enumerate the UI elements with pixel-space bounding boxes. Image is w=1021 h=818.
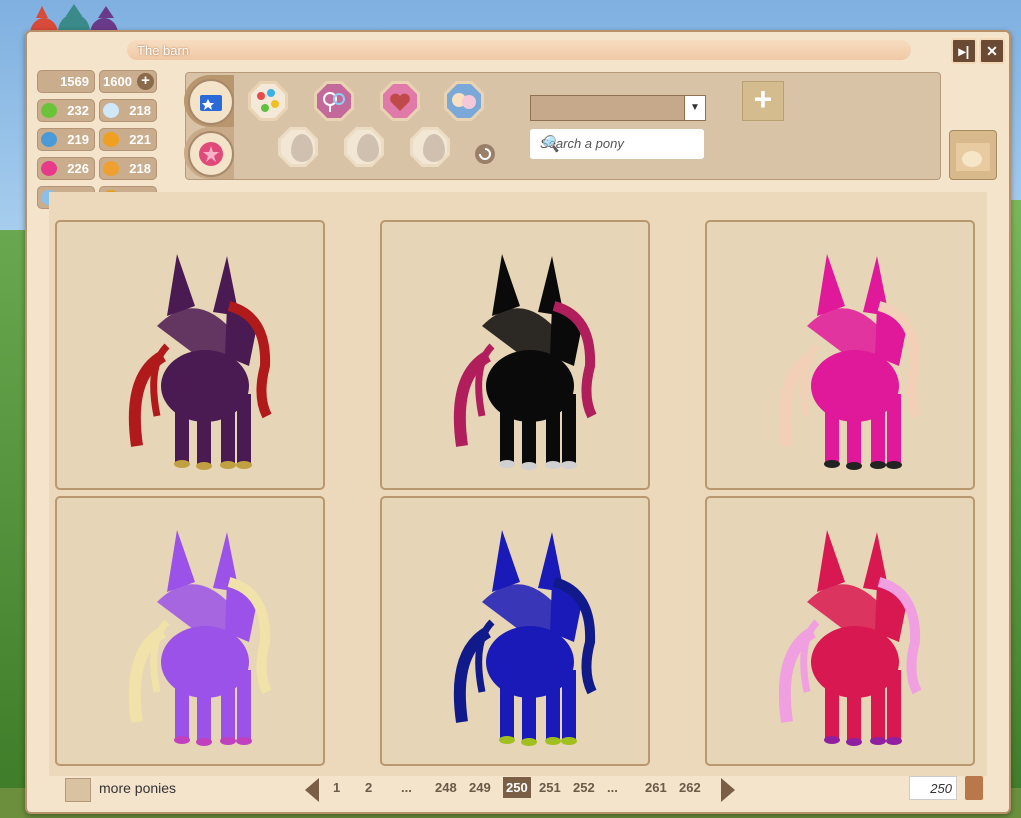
collapse-button[interactable]: ▸|	[951, 38, 977, 64]
pony-image	[453, 530, 597, 746]
page-link[interactable]: 262	[679, 780, 701, 795]
color-filter-button[interactable]	[248, 81, 288, 121]
pony-card[interactable]	[55, 220, 325, 490]
stat-sun-value: 221	[129, 132, 151, 147]
page-number-input[interactable]: 250	[909, 776, 957, 800]
stat-paw-value: 218	[129, 161, 151, 176]
folder-pony-icon	[956, 143, 990, 171]
stat-sun: 221	[99, 128, 157, 151]
pony-grid	[49, 192, 987, 776]
pony-image	[128, 530, 272, 746]
stat-money-max-value: 1600	[103, 74, 132, 89]
gender-filter-button[interactable]	[314, 81, 354, 121]
pony-card[interactable]	[705, 496, 975, 766]
sort-dropdown[interactable]: ▼	[530, 95, 706, 121]
page-ellipsis: ...	[401, 780, 412, 795]
tab-folder[interactable]	[184, 75, 234, 127]
hearts-icon	[383, 84, 417, 118]
next-page-arrow[interactable]	[721, 778, 735, 802]
trophy-drop-icon	[347, 130, 381, 164]
species-filter-button[interactable]	[278, 127, 318, 167]
stat-apple-value: 232	[67, 103, 89, 118]
window-title: The barn	[137, 43, 190, 58]
ponies-icon	[447, 84, 481, 118]
page-link[interactable]: 2	[365, 780, 372, 795]
pony-image	[778, 254, 922, 470]
add-button[interactable]: +	[742, 81, 784, 121]
stat-money-value: 1569	[60, 74, 89, 89]
page-link[interactable]: 1	[333, 780, 340, 795]
stat-blue-value: 219	[67, 132, 89, 147]
page-link[interactable]: 248	[435, 780, 457, 795]
page-link[interactable]: 249	[469, 780, 491, 795]
pony-card[interactable]	[55, 496, 325, 766]
move-pony-folder-button[interactable]	[949, 130, 997, 180]
title-bar: The barn	[127, 40, 911, 60]
pony-card[interactable]	[705, 220, 975, 490]
stat-paw: 218	[99, 157, 157, 180]
apple-icon	[41, 103, 57, 118]
trophy-filter-button[interactable]	[344, 127, 384, 167]
eye-filter-button[interactable]	[410, 127, 450, 167]
stat-money-max: 1600 +	[99, 70, 157, 93]
stat-heart: 226	[37, 157, 95, 180]
pony-image	[778, 530, 922, 746]
search-icon[interactable]: 🔍	[540, 134, 698, 154]
blue-folder-icon	[200, 95, 222, 111]
stat-heart-value: 226	[67, 161, 89, 176]
pony-card[interactable]	[380, 496, 650, 766]
prev-page-arrow[interactable]	[305, 778, 319, 802]
love-filter-button[interactable]	[380, 81, 420, 121]
heart-icon	[41, 161, 57, 176]
chevron-down-icon[interactable]: ▼	[684, 96, 705, 120]
more-ponies-label: more ponies	[99, 780, 177, 796]
more-ponies-checkbox[interactable]	[65, 778, 91, 802]
tab-favorites[interactable]	[184, 127, 234, 179]
go-to-page-button[interactable]	[965, 776, 983, 800]
page-link[interactable]: 251	[539, 780, 561, 795]
page-link[interactable]: 252	[573, 780, 595, 795]
page-ellipsis: ...	[607, 780, 618, 795]
sun-icon	[103, 132, 119, 147]
eye-drop-icon	[413, 130, 447, 164]
palette-icon	[251, 84, 285, 118]
add-money-icon[interactable]: +	[137, 73, 154, 90]
page-link[interactable]: 261	[645, 780, 667, 795]
cloud-icon	[103, 103, 119, 118]
filter-panel: ▼ Search a pony 🔍 +	[184, 72, 941, 180]
favorites-tab-button[interactable]	[188, 131, 234, 177]
stat-blue: 219	[37, 128, 95, 151]
paw-icon	[103, 161, 119, 176]
barn-window: The barn ▸| ✕ 1569 1600 + 232 218 219 22…	[25, 30, 1011, 814]
blue-molecule-icon	[41, 132, 57, 147]
unicorn-drop-icon	[281, 130, 315, 164]
stat-cloud-value: 218	[129, 103, 151, 118]
folder-tab-button[interactable]	[188, 79, 234, 125]
pony-image	[453, 254, 597, 470]
stat-apple: 232	[37, 99, 95, 122]
search-input[interactable]: Search a pony 🔍	[530, 129, 704, 159]
breed-filter-button[interactable]	[444, 81, 484, 121]
pony-image	[128, 254, 272, 470]
stat-money: 1569	[37, 70, 95, 93]
pink-star-icon	[199, 142, 223, 166]
gender-icon	[317, 84, 351, 118]
close-button[interactable]: ✕	[979, 38, 1005, 64]
page-link[interactable]: 250	[503, 777, 531, 798]
pony-card[interactable]	[380, 220, 650, 490]
reset-filters-icon[interactable]	[474, 143, 496, 165]
stat-cloud: 218	[99, 99, 157, 122]
pagination-bar: more ponies 1 2... 248 249 250 251 252... 261 26…	[27, 776, 1009, 804]
